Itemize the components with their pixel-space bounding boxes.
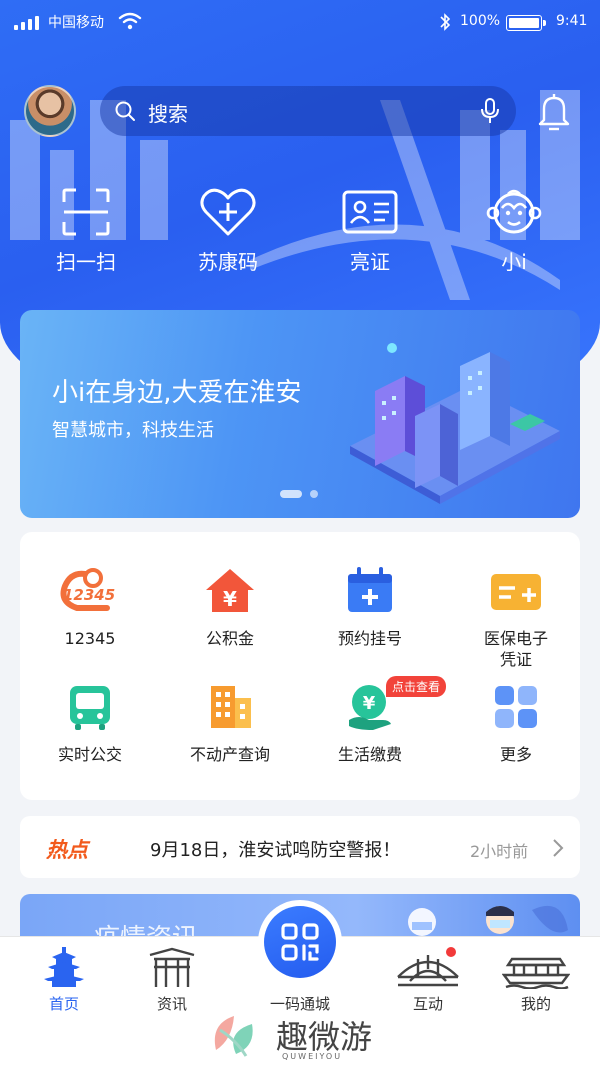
hot-news-bar[interactable]: 热点 9月18日，淮安试鸣防空警报！ 2小时前: [20, 816, 580, 878]
battery-icon: [506, 15, 546, 31]
signal-icon: [14, 16, 39, 30]
services-card: 12345 12345 ¥ 公积金 预约挂号 医保电子凭证 实时公交 不动产查询…: [20, 532, 580, 800]
medical-card-icon: [491, 574, 541, 610]
qr-code-icon: [281, 923, 319, 961]
service-bus[interactable]: 实时公交: [20, 682, 160, 765]
quick-action-xiaoi[interactable]: 小i: [454, 186, 574, 275]
service-label: 医保电子凭证: [483, 629, 548, 669]
bus-icon: [70, 686, 110, 730]
tab-label: 我的: [520, 995, 551, 1013]
svg-text:¥: ¥: [363, 693, 376, 714]
id-card-icon: [342, 190, 398, 234]
banner-pagination: [280, 490, 318, 498]
quick-action-label: 亮证: [350, 250, 390, 274]
tab-home[interactable]: 首页: [14, 945, 114, 1014]
archway-icon: [149, 947, 195, 987]
service-appointment[interactable]: 预约挂号: [300, 566, 440, 649]
service-real-estate[interactable]: 不动产查询: [160, 682, 300, 765]
search-bar[interactable]: 搜索: [100, 86, 516, 136]
smart-city-illustration: [350, 343, 560, 504]
service-label: 生活缴费: [337, 745, 402, 764]
tab-label: 资讯: [156, 995, 187, 1013]
service-label: 公积金: [205, 629, 254, 648]
tab-news[interactable]: 资讯: [122, 945, 222, 1014]
tab-qr-pass[interactable]: [258, 900, 342, 984]
hot-time: 2小时前: [470, 842, 529, 861]
search-placeholder: 搜索: [148, 102, 188, 126]
service-label: 实时公交: [57, 745, 122, 764]
microphone-icon[interactable]: [480, 98, 500, 124]
quick-action-show-id[interactable]: 亮证: [310, 186, 430, 275]
service-label: 预约挂号: [337, 629, 402, 648]
heart-plus-icon: [200, 188, 256, 236]
quick-action-label: 扫一扫: [56, 250, 116, 274]
clock: 9:41: [556, 13, 588, 29]
service-12345[interactable]: 12345 12345: [20, 566, 160, 649]
service-housing-fund[interactable]: ¥ 公积金: [160, 566, 300, 649]
monkey-icon: [486, 189, 542, 234]
pagination-dot[interactable]: [310, 490, 318, 498]
scan-icon: [62, 188, 110, 236]
service-label: 12345: [64, 629, 116, 648]
status-bar: 中国移动 100% 9:41: [0, 0, 600, 46]
search-icon: [115, 101, 135, 121]
service-more[interactable]: 更多: [446, 682, 586, 765]
service-label: 不动产查询: [189, 745, 270, 764]
carrier-name: 中国移动: [48, 15, 104, 31]
tab-label: 互动: [412, 995, 443, 1013]
tab-mine[interactable]: 我的: [486, 945, 586, 1014]
banner-subtitle: 智慧城市，科技生活: [52, 420, 214, 441]
hot-tag: 热点: [46, 838, 88, 862]
banner-title: 小i在身边,大爱在淮安: [52, 378, 302, 408]
service-label: 更多: [499, 745, 532, 764]
leaf-logo-icon: [214, 1016, 253, 1057]
watermark-subtitle: QUWEIYOU: [282, 1052, 343, 1061]
bell-icon[interactable]: [536, 92, 572, 132]
quick-action-label: 小i: [501, 250, 527, 274]
grid-more-icon: [495, 686, 537, 728]
service-medical-insurance[interactable]: 医保电子凭证: [446, 566, 586, 670]
pagoda-icon: [44, 947, 84, 987]
building-icon: [211, 686, 251, 728]
calendar-plus-icon: [348, 567, 392, 612]
svg-text:¥: ¥: [223, 587, 237, 611]
quick-action-scan[interactable]: 扫一扫: [26, 186, 146, 275]
boat-icon: [502, 957, 570, 989]
tab-label: 首页: [48, 995, 79, 1013]
hotline-12345-icon: 12345: [60, 568, 115, 611]
tab-interact[interactable]: 互动: [378, 945, 478, 1014]
housing-fund-icon: ¥: [206, 569, 254, 612]
quick-action-label: 苏康码: [198, 250, 258, 274]
service-badge[interactable]: 点击查看: [386, 676, 447, 697]
watermark-logo: 趣微游 QUWEIYOU: [206, 1010, 406, 1062]
promo-banner[interactable]: 小i在身边,大爱在淮安 智慧城市，科技生活: [20, 310, 580, 518]
user-avatar[interactable]: [24, 85, 76, 137]
battery-percent: 100%: [460, 13, 501, 29]
qr-button-circle: [264, 906, 336, 978]
notification-dot: [444, 945, 458, 959]
chevron-right-icon[interactable]: [552, 838, 564, 858]
pagination-dot-active[interactable]: [280, 490, 302, 498]
quick-action-health-code[interactable]: 苏康码: [168, 186, 288, 275]
bluetooth-icon: [440, 13, 451, 31]
svg-text:12345: 12345: [63, 586, 115, 604]
hot-headline[interactable]: 9月18日，淮安试鸣防空警报！: [150, 836, 400, 862]
wifi-icon: [118, 12, 142, 30]
